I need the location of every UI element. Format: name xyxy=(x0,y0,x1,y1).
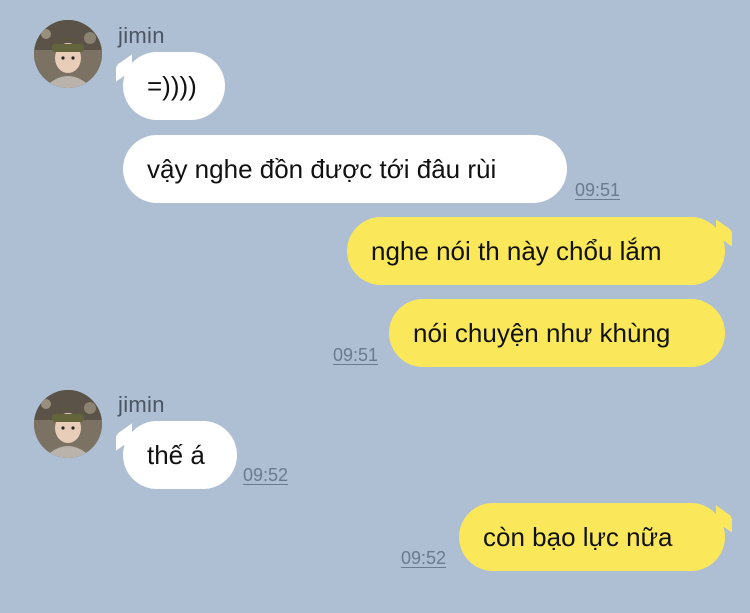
message-timestamp: 09:51 xyxy=(333,345,379,365)
message-timestamp: 09:52 xyxy=(243,465,289,485)
message-bubble[interactable]: vậy nghe đồn được tới đâu rùi xyxy=(123,135,567,203)
avatar-photo-icon xyxy=(34,20,102,88)
message-bubble[interactable]: thế á xyxy=(123,421,237,489)
message-bubble[interactable]: nói chuyện như khùng xyxy=(389,299,725,367)
avatar-photo-icon xyxy=(34,390,102,458)
sender-name: jimin xyxy=(118,392,165,417)
message-bubble[interactable]: còn bạo lực nữa xyxy=(459,503,725,571)
message-bubble[interactable]: nghe nói th này chổu lắm xyxy=(347,217,725,285)
message-bubble[interactable]: =)))) xyxy=(123,52,225,120)
message-timestamp: 09:51 xyxy=(575,180,621,200)
avatar[interactable] xyxy=(34,390,102,458)
sender-name: jimin xyxy=(118,23,165,48)
avatar[interactable] xyxy=(34,20,102,88)
message-timestamp: 09:52 xyxy=(401,548,447,568)
